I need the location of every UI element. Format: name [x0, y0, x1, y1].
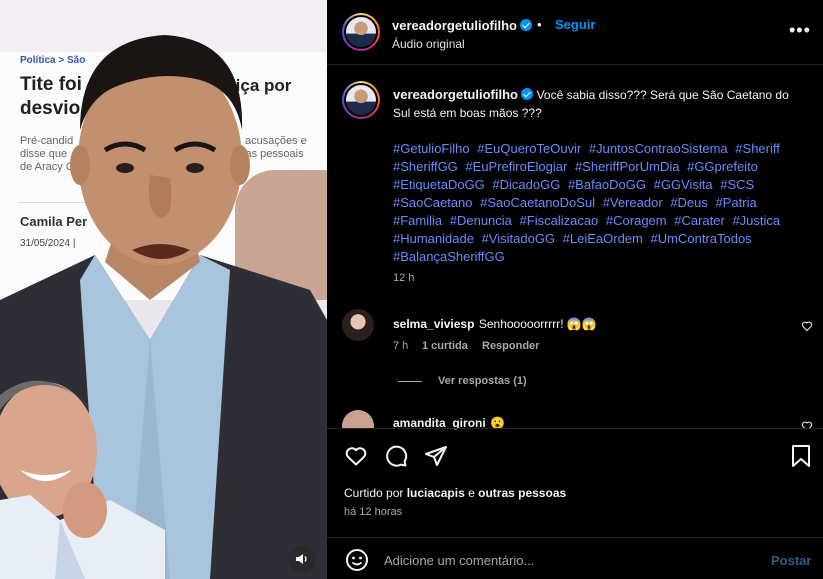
hashtag-link[interactable]: #DicadoGG — [492, 177, 560, 192]
replies-line — [398, 381, 422, 382]
emoji-smiley-icon[interactable] — [345, 548, 369, 572]
hashtag-link[interactable]: #SaoCaetanoDoSul — [480, 195, 595, 210]
hashtag-link[interactable]: #Denuncia — [450, 213, 512, 228]
hashtag-link[interactable]: #Fiscalizacao — [520, 213, 599, 228]
more-options-icon[interactable]: ••• — [789, 20, 811, 41]
hashtag-link[interactable]: #LeiEaOrdem — [563, 231, 643, 246]
view-replies-button[interactable]: Ver respostas (1) — [438, 375, 527, 387]
hashtag-link[interactable]: #Deus — [670, 195, 708, 210]
like-comment-heart-icon[interactable] — [801, 420, 813, 428]
post-header: vereadorgetuliofilho • Seguir Áudio orig… — [327, 0, 823, 64]
hashtag-link[interactable]: #GGVisita — [654, 177, 713, 192]
hashtag-link[interactable]: #UmContraTodos — [651, 231, 752, 246]
commenter-avatar[interactable] — [342, 309, 374, 341]
follow-button[interactable]: Seguir — [555, 17, 595, 32]
hashtag-link[interactable]: #Sheriff — [735, 141, 780, 156]
hashtag-link[interactable]: #BafaoDoGG — [568, 177, 646, 192]
comment-time: 7 h — [393, 340, 409, 352]
hashtag-link[interactable]: #SCS — [720, 177, 754, 192]
verified-badge-icon — [520, 88, 533, 100]
author-avatar[interactable] — [342, 13, 380, 51]
hashtag-link[interactable]: #SaoCaetano — [393, 195, 473, 210]
hashtag-link[interactable]: #Patria — [716, 195, 757, 210]
add-comment-input[interactable]: Adicione um comentário... — [384, 553, 534, 568]
hashtag-link[interactable]: #BalançaSheriffGG — [393, 249, 505, 264]
liked-by-others-link[interactable]: outras pessoas — [478, 486, 566, 500]
reel-video[interactable]: Política > São Tite foi tiça por desvio … — [0, 0, 327, 579]
comment-item: amandita_gironi 😮 — [393, 414, 505, 432]
comment-bubble-icon[interactable] — [384, 444, 408, 468]
hashtag-link[interactable]: #GGprefeito — [687, 159, 758, 174]
post-caption: vereadorgetuliofilho Você sabia disso???… — [393, 86, 803, 122]
like-comment-heart-icon[interactable] — [801, 320, 813, 332]
hashtag-link[interactable]: #GetulioFilho — [393, 141, 470, 156]
presenter-figure — [0, 35, 327, 579]
hashtag-link[interactable]: #VisitadoGG — [482, 231, 555, 246]
hashtag-link[interactable]: #SheriffGG — [393, 159, 458, 174]
hashtag-link[interactable]: #Coragem — [606, 213, 667, 228]
like-heart-icon[interactable] — [344, 444, 368, 468]
hashtag-link[interactable]: #Humanidade — [393, 231, 474, 246]
add-comment-row: Adicione um comentário... Postar — [327, 538, 823, 579]
post-age: há 12 horas — [344, 506, 403, 518]
caption-username[interactable]: vereadorgetuliofilho — [393, 87, 518, 102]
post-panel: vereadorgetuliofilho • Seguir Áudio orig… — [327, 0, 823, 579]
comment-item: selma_viviesp Senhooooorrrrr! 😱😱 — [393, 315, 597, 333]
hashtag-link[interactable]: #Carater — [674, 213, 725, 228]
caption-time: 12 h — [393, 272, 415, 284]
commenter-avatar[interactable] — [342, 410, 374, 428]
share-send-icon[interactable] — [424, 444, 448, 468]
actions-divider — [327, 428, 823, 429]
reply-button[interactable]: Responder — [482, 340, 539, 352]
hashtag-link[interactable]: #SheriffPorUmDia — [575, 159, 680, 174]
hashtag-link[interactable]: #EtiquetaDoGG — [393, 177, 485, 192]
comment-text: Senhooooorrrrr! 😱😱 — [478, 317, 597, 331]
post-comment-button[interactable]: Postar — [771, 553, 811, 568]
header-divider — [327, 64, 823, 65]
liked-by-text: Curtido por luciacapis e outras pessoas — [344, 486, 567, 500]
caption-hashtags: #GetulioFilho #EuQueroTeOuvir #JuntosCon… — [393, 140, 803, 266]
hashtag-link[interactable]: #EuQueroTeOuvir — [477, 141, 581, 156]
speaker-icon — [296, 554, 307, 564]
comment-likes[interactable]: 1 curtida — [422, 340, 468, 352]
hashtag-link[interactable]: #Vereador — [603, 195, 663, 210]
separator-dot: • — [537, 17, 542, 32]
liked-by-user-link[interactable]: luciacapis — [407, 486, 465, 500]
hashtag-link[interactable]: #JuntosContraoSistema — [589, 141, 728, 156]
save-bookmark-icon[interactable] — [790, 444, 812, 468]
hashtag-link[interactable]: #Justica — [732, 213, 780, 228]
hashtag-link[interactable]: #EuPrefiroElogiar — [465, 159, 567, 174]
hashtag-link[interactable]: #Familia — [393, 213, 442, 228]
author-username-link[interactable]: vereadorgetuliofilho — [392, 17, 532, 35]
comment-username[interactable]: selma_viviesp — [393, 317, 474, 331]
audio-link[interactable]: Áudio original — [392, 37, 465, 51]
verified-badge-icon — [519, 19, 532, 31]
mute-toggle-button[interactable] — [288, 545, 316, 573]
caption-author-avatar[interactable] — [342, 81, 380, 119]
